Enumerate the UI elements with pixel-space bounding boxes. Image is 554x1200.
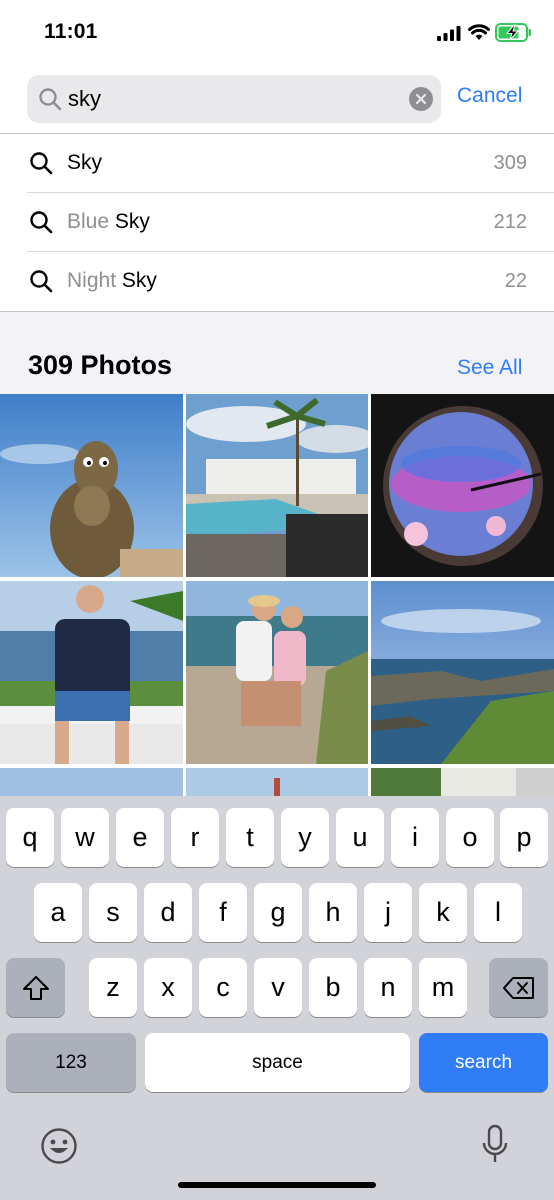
suggestion-item[interactable]: Sky 309 [0,134,554,193]
keyboard: q w e r t y u i o p a s d f g h j k l z … [0,796,554,1200]
photo-thumbnail[interactable] [0,581,183,764]
key-f[interactable]: f [199,883,247,942]
photo-thumbnail[interactable] [186,581,368,764]
key-a[interactable]: a [34,883,82,942]
shift-arrow-icon [22,975,49,1000]
wifi-icon [468,24,490,40]
cellular-signal-icon [437,26,461,41]
key-s[interactable]: s [89,883,137,942]
key-j[interactable]: j [364,883,412,942]
photo-thumbnail[interactable] [186,768,368,796]
close-icon [415,93,427,105]
suggestion-label: Blue Sky [67,210,150,233]
search-key[interactable]: search [419,1033,548,1092]
search-icon [30,270,53,293]
backspace-icon [502,976,534,999]
key-k[interactable]: k [419,883,467,942]
photo-image [186,768,368,796]
key-p[interactable]: p [500,808,548,867]
suggestion-label: Night Sky [67,269,157,292]
photo-image [0,581,183,764]
photo-thumbnail[interactable] [0,394,183,577]
key-x[interactable]: x [144,958,192,1017]
photo-image [186,394,368,577]
delete-key[interactable] [489,958,548,1017]
key-r[interactable]: r [171,808,219,867]
microphone-icon[interactable] [482,1124,508,1166]
cancel-button[interactable]: Cancel [457,84,522,108]
search-input[interactable] [68,85,398,113]
key-q[interactable]: q [6,808,54,867]
suggestion-item[interactable]: Blue Sky 212 [0,193,554,252]
search-icon [30,211,53,234]
photo-image [0,768,183,796]
key-u[interactable]: u [336,808,384,867]
photo-thumbnail[interactable] [371,581,554,764]
key-z[interactable]: z [89,958,137,1017]
photo-thumbnail[interactable] [371,768,554,796]
suggestion-count: 212 [493,211,527,233]
photo-image [371,581,554,764]
key-g[interactable]: g [254,883,302,942]
battery-charging-icon [495,23,531,42]
key-m[interactable]: m [419,958,467,1017]
key-v[interactable]: v [254,958,302,1017]
photo-image [0,394,183,577]
shift-key[interactable] [6,958,65,1017]
photo-image [186,581,368,764]
key-y[interactable]: y [281,808,329,867]
suggestion-count: 309 [493,152,527,174]
photo-thumbnail[interactable] [186,394,368,577]
results-title: 309 Photos [28,350,173,380]
key-l[interactable]: l [474,883,522,942]
status-time: 11:01 [44,20,98,43]
numbers-key[interactable]: 123 [6,1033,136,1092]
key-c[interactable]: c [199,958,247,1017]
key-t[interactable]: t [226,808,274,867]
key-w[interactable]: w [61,808,109,867]
suggestion-count: 22 [504,270,527,292]
see-all-button[interactable]: See All [457,356,522,380]
suggestion-item[interactable]: Night Sky 22 [0,252,554,311]
photo-image [371,394,554,577]
key-e[interactable]: e [116,808,164,867]
key-o[interactable]: o [446,808,494,867]
photo-image [371,768,554,796]
key-i[interactable]: i [391,808,439,867]
emoji-icon[interactable] [40,1127,78,1165]
photo-thumbnail[interactable] [0,768,183,796]
clear-search-button[interactable] [409,87,433,111]
suggestion-label: Sky [67,151,103,174]
key-d[interactable]: d [144,883,192,942]
search-icon [30,152,53,175]
photo-thumbnail[interactable] [371,394,554,577]
key-h[interactable]: h [309,883,357,942]
key-n[interactable]: n [364,958,412,1017]
home-indicator [178,1182,376,1188]
space-key[interactable]: space [145,1033,410,1092]
search-icon [39,88,62,111]
key-b[interactable]: b [309,958,357,1017]
